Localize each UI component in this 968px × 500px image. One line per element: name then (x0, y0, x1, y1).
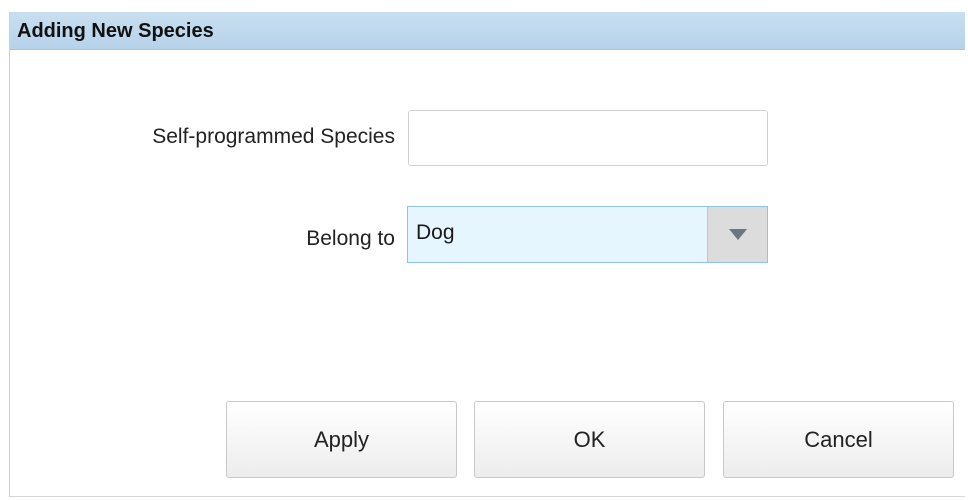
add-species-dialog: Adding New Species Self-programmed Speci… (9, 12, 965, 497)
apply-button[interactable]: Apply (226, 401, 457, 478)
belong-to-label: Belong to (306, 227, 395, 250)
dropdown-button[interactable] (707, 207, 767, 262)
belong-to-select[interactable]: Dog (407, 206, 768, 263)
cancel-button[interactable]: Cancel (723, 401, 954, 478)
triangle-down-icon (729, 229, 747, 240)
species-label: Self-programmed Species (152, 125, 395, 148)
dialog-titlebar[interactable]: Adding New Species (10, 12, 965, 50)
belong-to-selected-value: Dog (416, 221, 455, 244)
species-input[interactable] (408, 110, 768, 166)
ok-button[interactable]: OK (474, 401, 705, 478)
dialog-title: Adding New Species (17, 20, 214, 42)
